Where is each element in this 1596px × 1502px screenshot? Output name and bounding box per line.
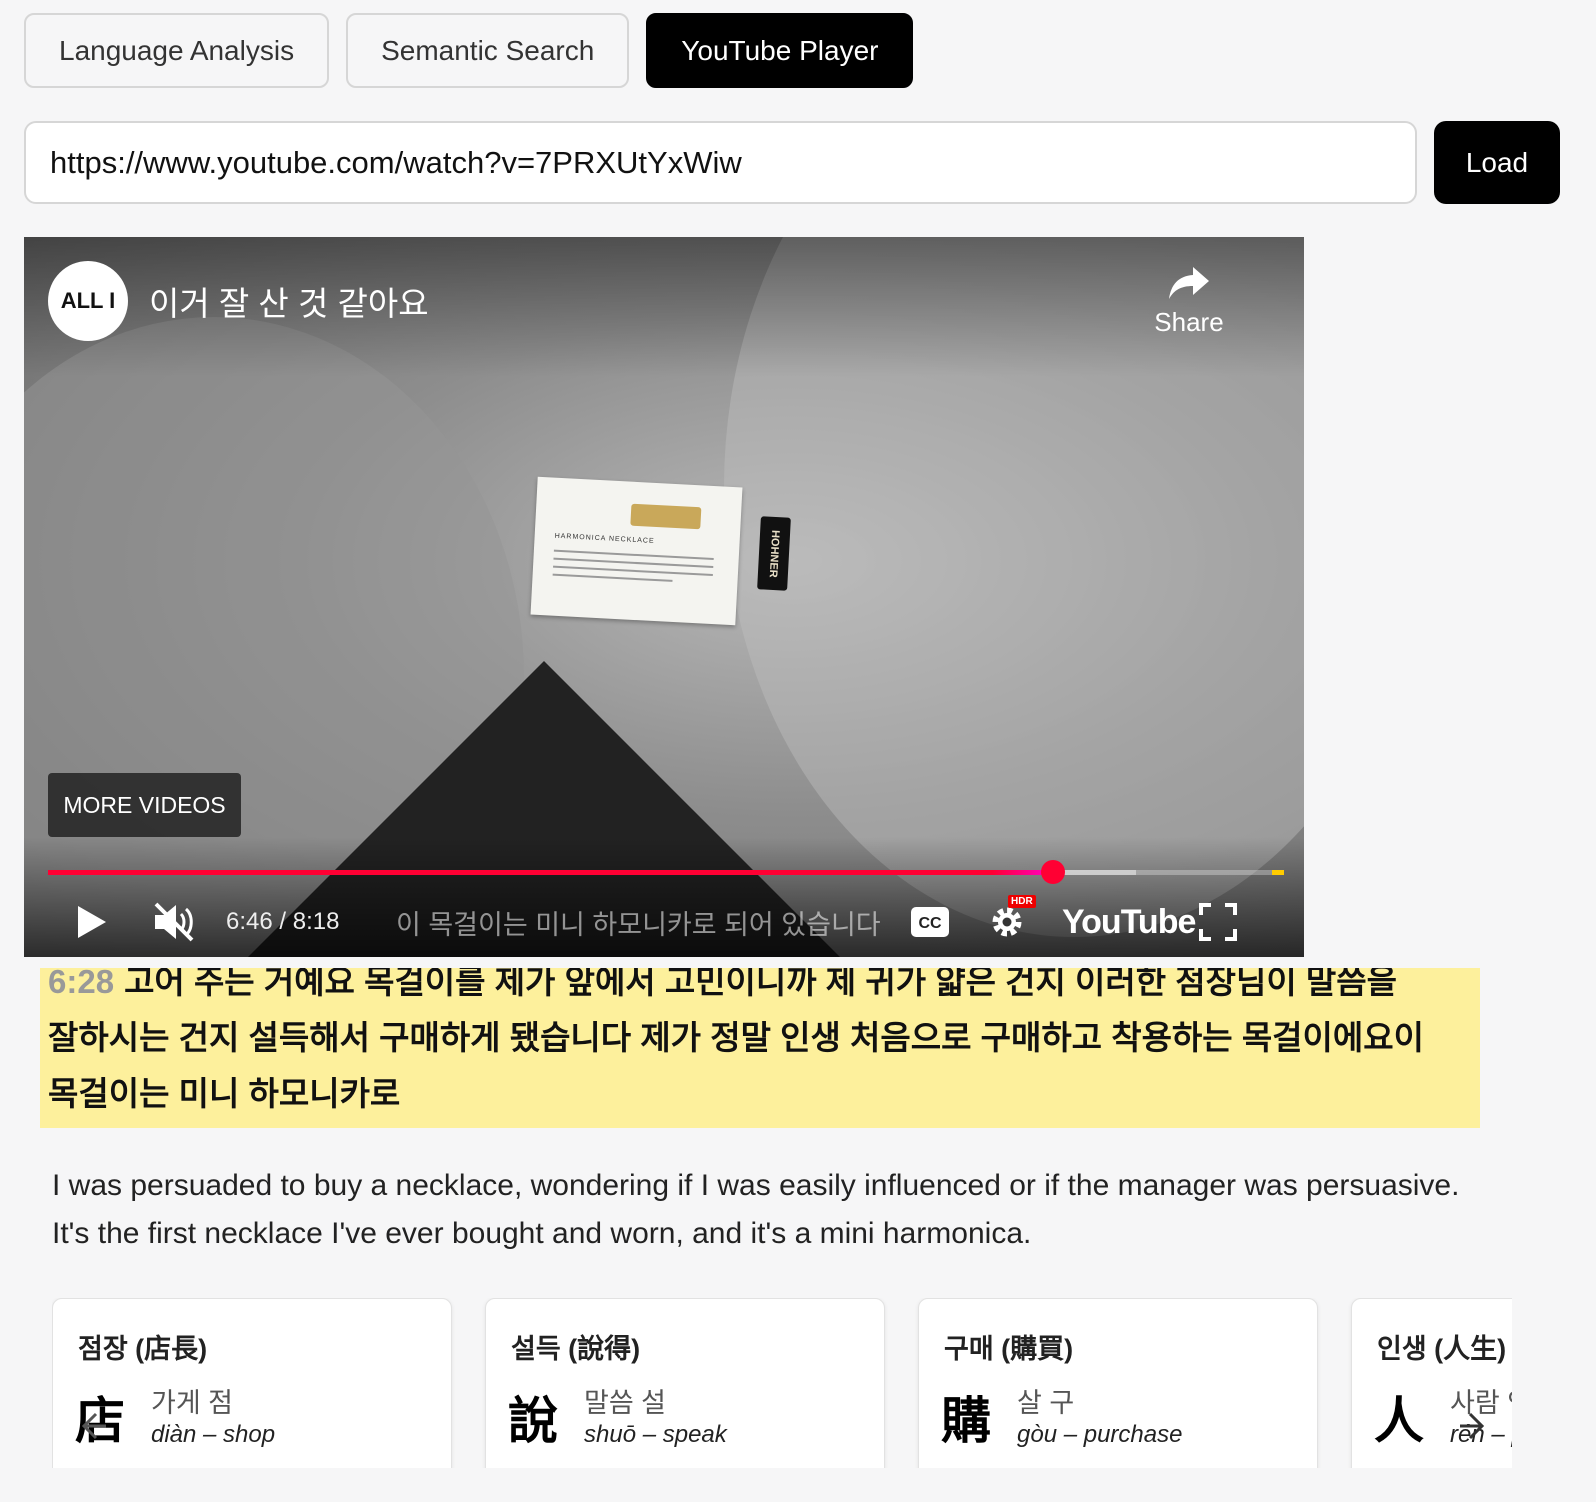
play-button[interactable] <box>74 887 108 957</box>
video-title[interactable]: 이거 잘 산 것 같아요 <box>149 277 429 325</box>
vocab-card-reading: diàn – shop <box>151 1421 276 1448</box>
play-icon <box>78 906 106 938</box>
mute-button[interactable] <box>152 887 198 957</box>
progress-marker <box>1272 870 1284 875</box>
transcript-timestamp[interactable]: 6:28 <box>48 968 114 1000</box>
transcript-line: 잘하시는 건지 설득해서 구매하게 됐습니다 제가 정말 인생 처음으로 구매하… <box>48 1019 1424 1056</box>
vocab-card-title: 구매 (購買) <box>944 1334 1074 1364</box>
vocab-card[interactable]: 설득 (說得) 說 말씀 설 shuō – speak <box>485 1298 885 1468</box>
tab-semantic-search[interactable]: Semantic Search <box>346 13 630 88</box>
vocab-card-title: 점장 (店長) <box>78 1334 208 1364</box>
video-harmonica-card: HARMONICA NECKLACE <box>530 476 743 626</box>
carousel-next-button[interactable] <box>1452 1404 1496 1448</box>
load-button[interactable]: Load <box>1434 121 1560 204</box>
youtube-url-input[interactable] <box>24 121 1417 204</box>
cc-icon: CC <box>911 907 949 937</box>
tab-youtube-player[interactable]: YouTube Player <box>646 13 914 88</box>
share-label: Share <box>1154 307 1224 337</box>
time-display: 6:46 / 8:18 <box>226 908 340 935</box>
progress-scrubber[interactable] <box>1040 860 1065 884</box>
svg-text:CC: CC <box>918 915 942 932</box>
vocab-card-hanja: 人 <box>1374 1393 1424 1449</box>
tab-bar: Language Analysis Semantic Search YouTub… <box>24 13 914 88</box>
vocab-card-reading: gòu – purchase <box>1017 1421 1183 1448</box>
tab-language-analysis[interactable]: Language Analysis <box>24 13 330 88</box>
volume-muted-icon <box>154 902 194 942</box>
hohner-box: HOHNER <box>757 516 791 591</box>
channel-avatar[interactable]: ALL I <box>48 261 128 341</box>
settings-button[interactable]: HDR <box>988 887 1036 957</box>
player-controls: 6:46 / 8:18 이 목걸이는 미니 하모니카로 되어 있습니다 CC H… <box>24 887 1304 957</box>
vocab-card-meaning: 가게 점 <box>151 1388 234 1418</box>
share-icon <box>1169 267 1209 299</box>
chevron-left-icon <box>81 1412 106 1440</box>
vocab-card-title: 설득 (說得) <box>511 1334 641 1364</box>
hdr-badge: HDR <box>1008 895 1036 908</box>
chevron-right-icon <box>1460 1412 1485 1440</box>
share-button[interactable]: Share <box>1149 265 1229 338</box>
card-heading: HARMONICA NECKLACE <box>554 532 655 545</box>
live-caption-text: 이 목걸이는 미니 하모니카로 되어 있습니다 <box>396 909 881 940</box>
vocab-carousel: 점장 (店長) 店 가게 점 diàn – shop 설득 (說得) 說 말씀 … <box>52 1298 1512 1468</box>
settings-icon <box>992 907 1022 937</box>
harmonica-pendant <box>630 503 702 530</box>
transcript-line: 6:28 고어 주는 거예요 목걸이를 제가 앞에서 고민이니까 제 귀가 얇은 … <box>48 968 1473 1010</box>
transcript-line: 목걸이는 미니 하모니카로 <box>48 1075 401 1112</box>
cc-button[interactable]: CC <box>910 887 950 957</box>
fullscreen-icon <box>1199 903 1237 941</box>
more-videos-button[interactable]: MORE VIDEOS <box>48 773 241 837</box>
progress-played <box>48 870 1053 875</box>
vocab-card-meaning: 말씀 설 <box>584 1388 667 1418</box>
translation-text: I was persuaded to buy a necklace, wonde… <box>52 1169 1460 1250</box>
transcript-current-segment[interactable]: 6:28 고어 주는 거예요 목걸이를 제가 앞에서 고민이니까 제 귀가 얇은 … <box>40 968 1480 1128</box>
youtube-logo[interactable]: YouTube <box>1062 887 1196 957</box>
vocab-card-title: 인생 (人生) <box>1377 1334 1507 1364</box>
vocab-card-reading: shuō – speak <box>584 1421 727 1448</box>
youtube-player[interactable]: HARMONICA NECKLACE HOHNER ALL I 이거 잘 산 것… <box>24 237 1304 957</box>
fullscreen-button[interactable] <box>1199 887 1237 957</box>
vocab-card-hanja: 說 <box>508 1393 558 1449</box>
video-progress-bar[interactable] <box>48 860 1284 884</box>
vocab-card-meaning: 살 구 <box>1017 1388 1075 1418</box>
vocab-card-hanja: 購 <box>941 1393 991 1449</box>
vocab-card[interactable]: 구매 (購買) 購 살 구 gòu – purchase <box>918 1298 1318 1468</box>
carousel-prev-button[interactable] <box>70 1404 114 1448</box>
